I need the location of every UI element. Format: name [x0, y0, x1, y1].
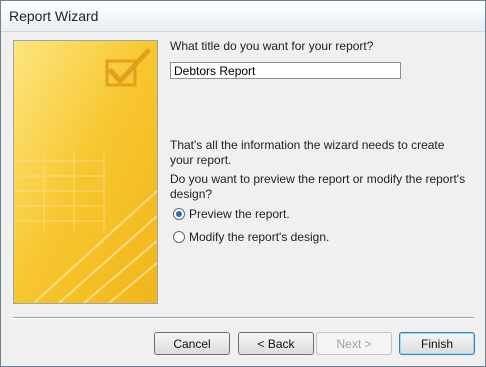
preview-report-label: Preview the report.: [189, 207, 290, 221]
modify-design-radio[interactable]: Modify the report's design.: [173, 230, 329, 244]
title-bar: Report Wizard: [1, 1, 485, 32]
back-button[interactable]: < Back: [238, 332, 314, 355]
cancel-button[interactable]: Cancel: [154, 332, 230, 355]
window-title: Report Wizard: [9, 8, 99, 24]
finish-button[interactable]: Finish: [399, 332, 475, 355]
modify-design-label: Modify the report's design.: [189, 230, 330, 244]
wizard-illustration: [13, 40, 158, 304]
next-button[interactable]: Next >: [316, 332, 392, 355]
title-question-label: What title do you want for your report?: [170, 39, 374, 53]
divider: [13, 317, 474, 319]
checkbox-checkmark-icon: [14, 41, 157, 303]
preview-report-radio[interactable]: Preview the report.: [173, 207, 290, 221]
radio-unselected-icon: [173, 231, 185, 243]
preview-question-label: Do you want to preview the report or mod…: [170, 172, 466, 201]
report-title-input[interactable]: [170, 62, 401, 79]
info-text: That's all the information the wizard ne…: [170, 138, 445, 167]
report-wizard-dialog: Report Wizard What title do you want for…: [0, 0, 486, 367]
radio-selected-icon: [173, 208, 185, 220]
